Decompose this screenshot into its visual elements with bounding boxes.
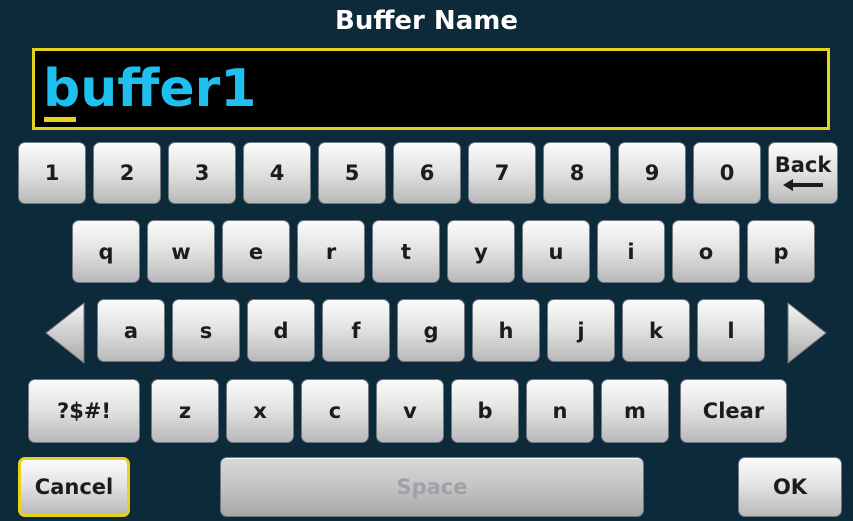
key-8[interactable]: 8 — [543, 142, 611, 204]
key-5[interactable]: 5 — [318, 142, 386, 204]
key-1[interactable]: 1 — [18, 142, 86, 204]
back-button[interactable]: Back — [768, 142, 838, 204]
key-g[interactable]: g — [397, 299, 465, 362]
key-p[interactable]: p — [747, 220, 815, 283]
key-2[interactable]: 2 — [93, 142, 161, 204]
key-a[interactable]: a — [97, 299, 165, 362]
key-b[interactable]: b — [451, 379, 519, 443]
text-cursor — [44, 117, 76, 122]
cursor-right-arrow-icon[interactable] — [786, 302, 828, 364]
clear-button[interactable]: Clear — [680, 379, 787, 443]
symbols-button[interactable]: ?$#! — [28, 379, 140, 443]
key-s[interactable]: s — [172, 299, 240, 362]
key-n[interactable]: n — [526, 379, 594, 443]
back-label: Back — [774, 153, 832, 177]
key-z[interactable]: z — [151, 379, 219, 443]
key-y[interactable]: y — [447, 220, 515, 283]
key-0[interactable]: 0 — [693, 142, 761, 204]
key-3[interactable]: 3 — [168, 142, 236, 204]
key-w[interactable]: w — [147, 220, 215, 283]
cursor-left-arrow-icon[interactable] — [44, 302, 86, 364]
key-k[interactable]: k — [622, 299, 690, 362]
key-9[interactable]: 9 — [618, 142, 686, 204]
key-o[interactable]: o — [672, 220, 740, 283]
key-j[interactable]: j — [547, 299, 615, 362]
cancel-button[interactable]: Cancel — [18, 457, 130, 517]
key-c[interactable]: c — [301, 379, 369, 443]
key-u[interactable]: u — [522, 220, 590, 283]
key-i[interactable]: i — [597, 220, 665, 283]
key-v[interactable]: v — [376, 379, 444, 443]
ok-button[interactable]: OK — [738, 457, 842, 517]
dialog-title: Buffer Name — [335, 6, 518, 36]
buffer-name-input[interactable]: buffer1 — [32, 48, 830, 130]
key-t[interactable]: t — [372, 220, 440, 283]
key-m[interactable]: m — [601, 379, 669, 443]
buffer-name-value: buffer1 — [43, 59, 257, 119]
left-arrow-icon — [783, 179, 823, 191]
space-button[interactable]: Space — [220, 457, 644, 517]
key-6[interactable]: 6 — [393, 142, 461, 204]
key-l[interactable]: l — [697, 299, 765, 362]
key-q[interactable]: q — [72, 220, 140, 283]
key-r[interactable]: r — [297, 220, 365, 283]
key-4[interactable]: 4 — [243, 142, 311, 204]
key-e[interactable]: e — [222, 220, 290, 283]
key-h[interactable]: h — [472, 299, 540, 362]
key-7[interactable]: 7 — [468, 142, 536, 204]
key-d[interactable]: d — [247, 299, 315, 362]
key-x[interactable]: x — [226, 379, 294, 443]
key-f[interactable]: f — [322, 299, 390, 362]
